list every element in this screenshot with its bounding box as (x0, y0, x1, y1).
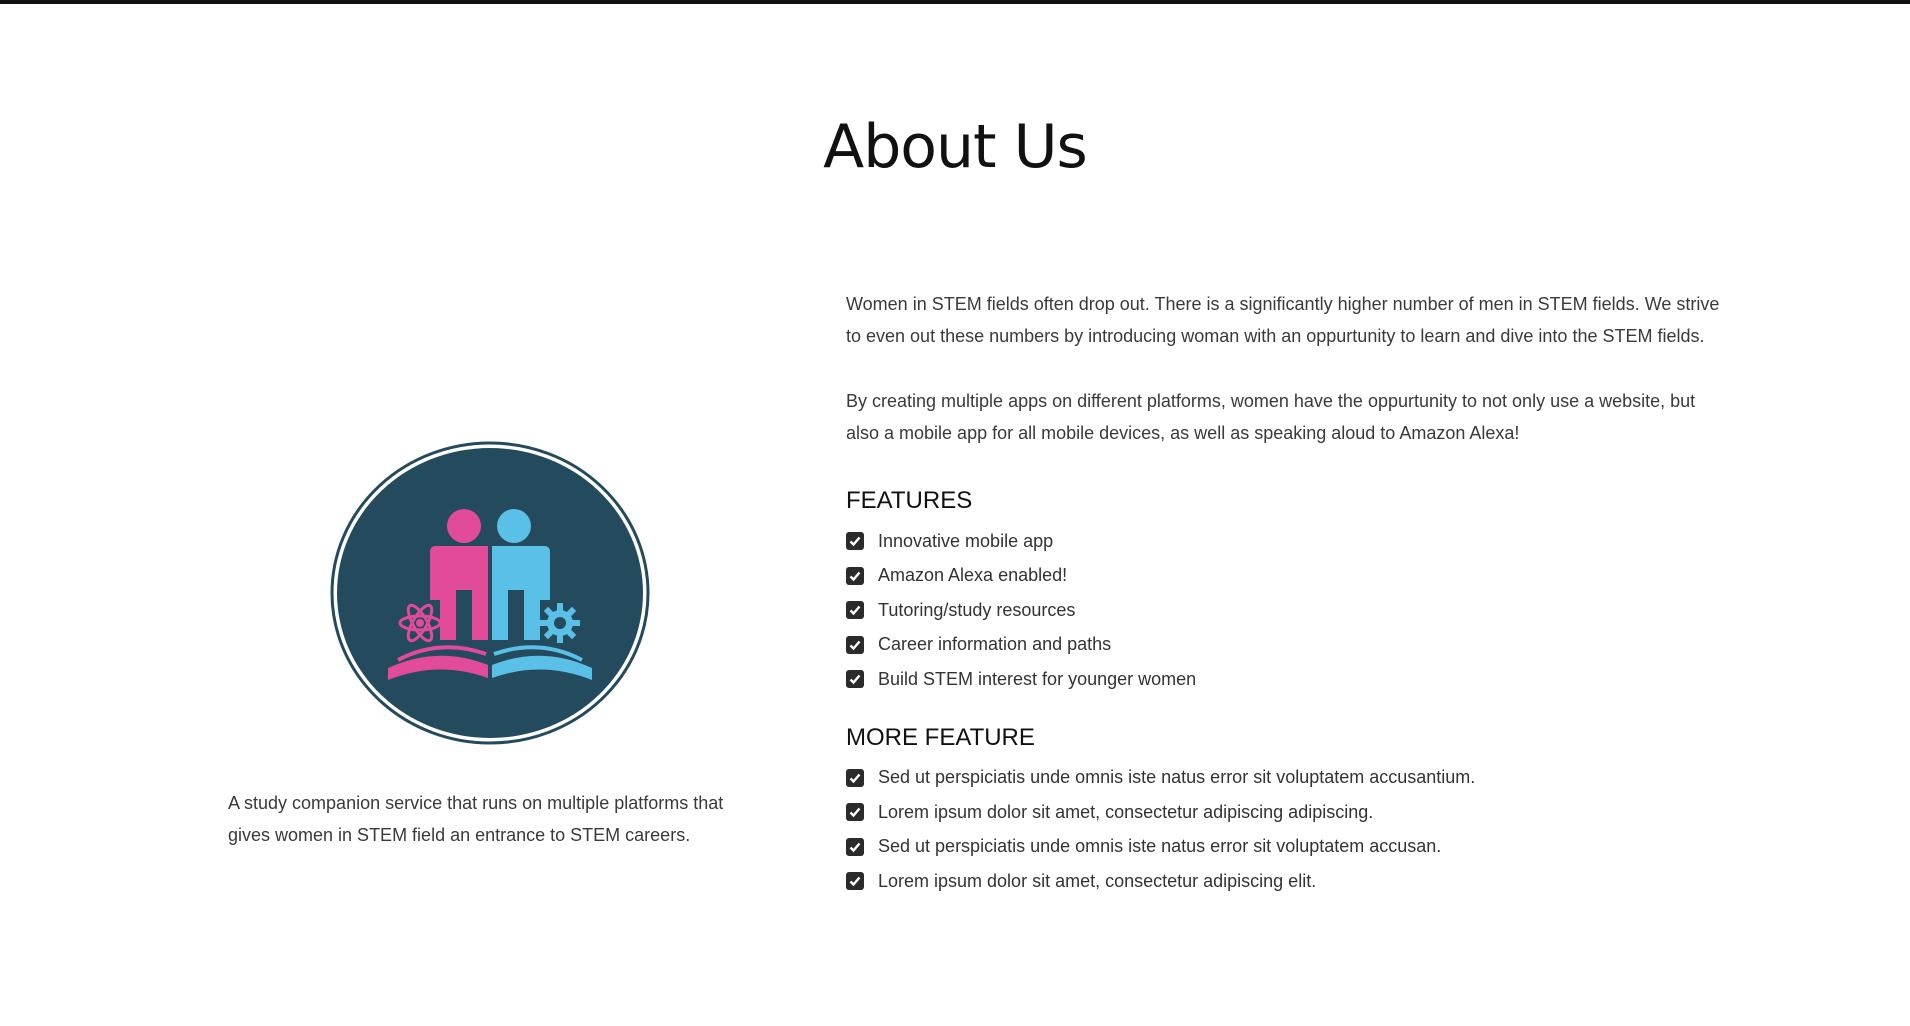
more-features-heading: MORE FEATURE (846, 723, 1035, 751)
list-item: Sed ut perspiciatis unde omnis iste natu… (846, 830, 1726, 865)
left-description: A study companion service that runs on m… (228, 793, 724, 845)
list-item: Innovative mobile app (846, 524, 1726, 559)
intro-paragraph-1: Women in STEM fields often drop out. The… (846, 294, 1720, 346)
feature-label: Lorem ipsum dolor sit amet, consectetur … (878, 801, 1374, 822)
list-item: Career information and paths (846, 628, 1726, 663)
checkbox-check-icon (846, 635, 864, 654)
feature-label: Tutoring/study resources (878, 599, 1076, 620)
checkbox-check-icon (846, 532, 864, 551)
feature-label: Amazon Alexa enabled! (878, 565, 1068, 586)
feature-label: Lorem ipsum dolor sit amet, consectetur … (878, 870, 1317, 891)
feature-label: Sed ut perspiciatis unde omnis iste natu… (878, 767, 1476, 788)
features-heading: FEATURES (846, 487, 973, 514)
list-item: Lorem ipsum dolor sit amet, consectetur … (846, 864, 1726, 899)
list-item: Amazon Alexa enabled! (846, 559, 1726, 594)
features-list: Innovative mobile app Amazon Alexa enabl… (846, 524, 1726, 697)
feature-label: Innovative mobile app (878, 530, 1054, 551)
checkbox-check-icon (846, 670, 864, 689)
checkbox-check-icon (846, 601, 864, 620)
list-item: Build STEM interest for younger women (846, 662, 1726, 697)
list-item: Sed ut perspiciatis unde omnis iste natu… (846, 761, 1726, 796)
right-column: Women in STEM fields often drop out. The… (846, 288, 1726, 921)
checkbox-check-icon (846, 837, 864, 856)
checkbox-check-icon (846, 768, 864, 787)
checkbox-check-icon (846, 566, 864, 585)
women-in-stem-logo-icon (328, 440, 652, 746)
feature-label: Build STEM interest for younger women (878, 668, 1197, 689)
checkbox-check-icon (846, 872, 864, 891)
checkbox-check-icon (846, 803, 864, 822)
list-item: Lorem ipsum dolor sit amet, consectetur … (846, 795, 1726, 830)
intro-paragraph-2: By creating multiple apps on different p… (846, 391, 1696, 443)
feature-label: Sed ut perspiciatis unde omnis iste natu… (878, 836, 1442, 857)
list-item: Tutoring/study resources (846, 593, 1726, 628)
more-features-list: Sed ut perspiciatis unde omnis iste natu… (846, 761, 1726, 899)
feature-label: Career information and paths (878, 634, 1112, 655)
about-section: About Us A study companion service that … (0, 0, 1910, 1026)
page-title: About Us (823, 112, 1088, 182)
